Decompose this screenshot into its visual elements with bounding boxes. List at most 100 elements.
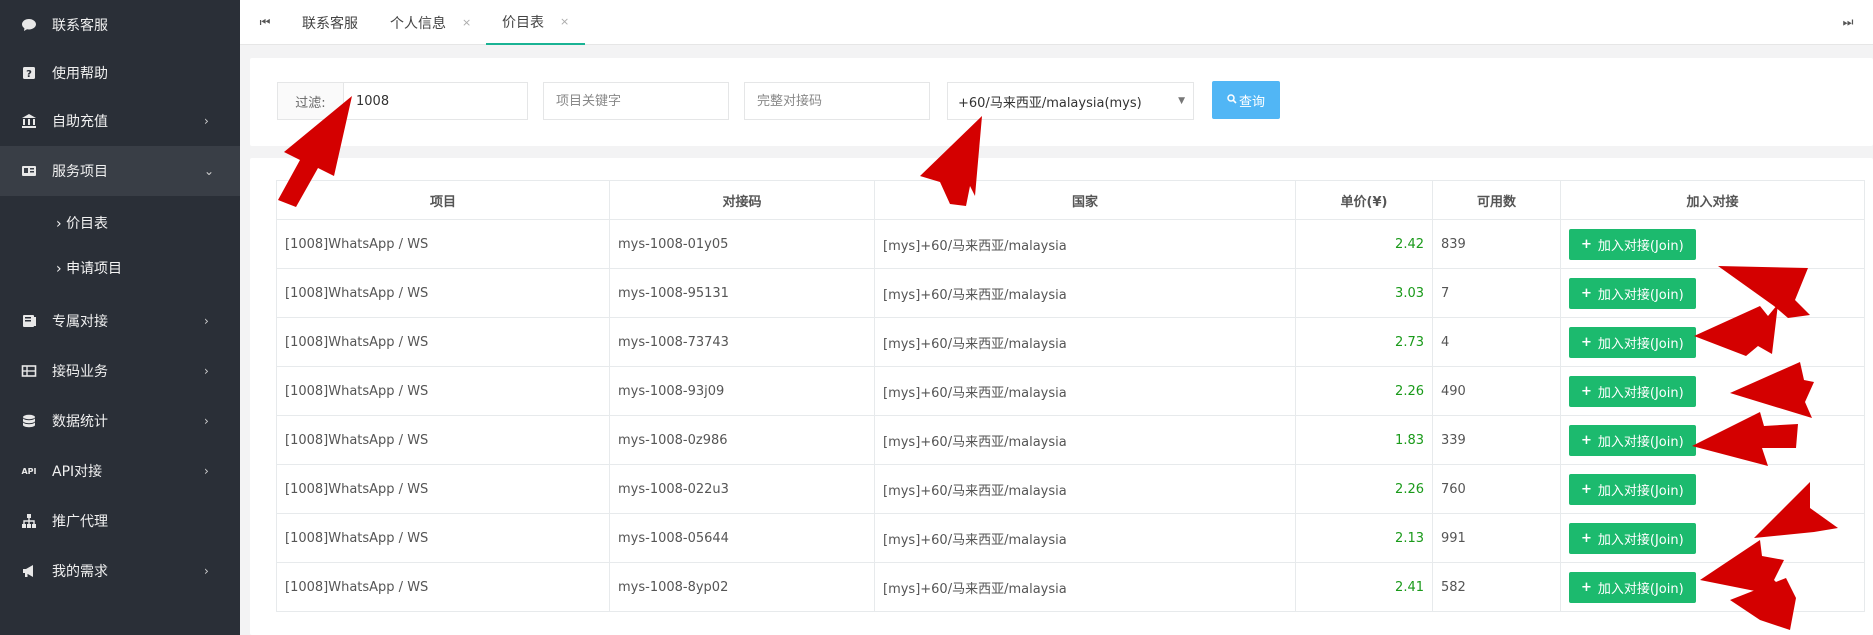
tab-contact-support[interactable]: 联系客服: [302, 0, 358, 45]
main-content: ⏮ 联系客服 个人信息 × 价目表 × ⏭ 过滤: +60/马来西亚/malay…: [240, 0, 1873, 635]
chevron-right-icon: ›: [204, 564, 209, 578]
tab-scroll-left-icon[interactable]: ⏮: [250, 0, 280, 45]
tab-price-list[interactable]: 价目表 ×: [486, 0, 586, 45]
join-button-label: 加入对接(Join): [1597, 336, 1684, 352]
join-button-label: 加入对接(Join): [1597, 385, 1684, 401]
sidebar-item-contact-support[interactable]: 联系客服: [0, 0, 240, 50]
sidebar-item-label: 数据统计: [52, 414, 108, 430]
tab-personal-info[interactable]: 个人信息 ×: [390, 0, 471, 45]
sidebar-item-label: 自助充值: [52, 114, 108, 130]
country-select[interactable]: +60/马来西亚/malaysia(mys) ▼: [947, 82, 1194, 120]
tab-close-icon[interactable]: ×: [462, 16, 471, 29]
cell-country: [mys]+60/马来西亚/malaysia: [874, 317, 1296, 367]
database-icon: [20, 412, 38, 430]
join-button[interactable]: + 加入对接(Join): [1569, 473, 1696, 505]
sidebar-item-api[interactable]: API API对接 ›: [0, 446, 240, 496]
cell-join: + 加入对接(Join): [1560, 464, 1865, 514]
cell-price: 2.13: [1295, 513, 1433, 563]
table-panel: 项目 对接码 国家 单价(¥) 可用数 加入对接 [1008]WhatsApp …: [250, 158, 1873, 635]
filter-label: 过滤:: [278, 83, 344, 119]
sidebar-item-my-requests[interactable]: 我的需求 ›: [0, 546, 240, 596]
cell-code: mys-1008-01y05: [609, 219, 875, 269]
cell-available: 339: [1432, 415, 1561, 465]
sidebar-item-exclusive-docking[interactable]: 专属对接 ›: [0, 296, 240, 346]
sidebar-item-label: 联系客服: [52, 18, 108, 34]
sidebar-subitem-price-list[interactable]: › 价目表: [0, 201, 240, 245]
cell-code: mys-1008-05644: [609, 513, 875, 563]
sidebar-item-recharge[interactable]: 自助充值 ›: [0, 96, 240, 146]
cell-country: [mys]+60/马来西亚/malaysia: [874, 415, 1296, 465]
sidebar-item-label: 服务项目: [52, 164, 108, 180]
sidebar-item-label: 我的需求: [52, 564, 108, 580]
join-button[interactable]: + 加入对接(Join): [1569, 522, 1696, 554]
search-icon: [1227, 93, 1237, 108]
join-button[interactable]: + 加入对接(Join): [1569, 326, 1696, 358]
join-button[interactable]: + 加入对接(Join): [1569, 375, 1696, 407]
sidebar-item-label: 使用帮助: [52, 66, 108, 82]
svg-text:API: API: [21, 467, 36, 476]
tab-scroll-right-icon[interactable]: ⏭: [1833, 0, 1863, 45]
cell-available: 760: [1432, 464, 1561, 514]
column-header-price[interactable]: 单价(¥): [1295, 180, 1433, 220]
plus-icon: +: [1581, 334, 1592, 350]
join-button[interactable]: + 加入对接(Join): [1569, 424, 1696, 456]
sidebar-item-services[interactable]: 服务项目 ⌄: [0, 146, 240, 196]
book-icon: [20, 312, 38, 330]
cell-available: 4: [1432, 317, 1561, 367]
column-header-project[interactable]: 项目: [276, 180, 610, 220]
cell-country: [mys]+60/马来西亚/malaysia: [874, 366, 1296, 416]
search-button[interactable]: 查询: [1212, 81, 1280, 119]
table-row: [1008]WhatsApp / WS mys-1008-95131 [mys]+6…: [276, 268, 1865, 318]
tab-close-icon[interactable]: ×: [560, 15, 569, 28]
column-header-code[interactable]: 对接码: [609, 180, 875, 220]
column-header-available[interactable]: 可用数: [1432, 180, 1561, 220]
cell-code: mys-1008-73743: [609, 317, 875, 367]
cell-join: + 加入对接(Join): [1560, 268, 1865, 318]
chevron-right-icon: ›: [204, 114, 209, 128]
cell-country: [mys]+60/马来西亚/malaysia: [874, 219, 1296, 269]
cell-project: [1008]WhatsApp / WS: [276, 562, 610, 612]
chevron-right-icon: ›: [204, 414, 209, 428]
column-header-country[interactable]: 国家: [874, 180, 1296, 220]
sidebar-item-label: 接码业务: [52, 364, 108, 380]
filter-input[interactable]: [344, 83, 527, 119]
keyword-input[interactable]: [543, 82, 729, 120]
cell-join: + 加入对接(Join): [1560, 219, 1865, 269]
idcard-icon: [20, 162, 38, 180]
sidebar-item-statistics[interactable]: 数据统计 ›: [0, 396, 240, 446]
cell-project: [1008]WhatsApp / WS: [276, 317, 610, 367]
sidebar-subitem-apply-project[interactable]: › 申请项目: [0, 246, 240, 290]
docking-code-input[interactable]: [744, 82, 930, 120]
cell-code: mys-1008-022u3: [609, 464, 875, 514]
join-button[interactable]: + 加入对接(Join): [1569, 277, 1696, 309]
sidebar-item-label: API对接: [52, 464, 103, 480]
table-icon: [20, 362, 38, 380]
table-row: [1008]WhatsApp / WS mys-1008-0z986 [mys]+6…: [276, 415, 1865, 465]
cell-price: 2.26: [1295, 366, 1433, 416]
join-button-label: 加入对接(Join): [1597, 483, 1684, 499]
table-row: [1008]WhatsApp / WS mys-1008-8yp02 [mys]+6…: [276, 562, 1865, 612]
plus-icon: +: [1581, 383, 1592, 399]
sidebar-item-sms-service[interactable]: 接码业务 ›: [0, 346, 240, 396]
sidebar-item-promotion-agent[interactable]: 推广代理: [0, 496, 240, 546]
cell-country: [mys]+60/马来西亚/malaysia: [874, 268, 1296, 318]
search-button-label: 查询: [1238, 94, 1265, 110]
cell-project: [1008]WhatsApp / WS: [276, 268, 610, 318]
sidebar-item-help[interactable]: ? 使用帮助: [0, 48, 240, 98]
chevron-right-icon: ›: [204, 464, 209, 478]
sidebar-subitem-label: 申请项目: [66, 261, 123, 277]
country-select-value: +60/马来西亚/malaysia(mys): [958, 95, 1142, 111]
plus-icon: +: [1581, 285, 1592, 301]
join-button[interactable]: + 加入对接(Join): [1569, 228, 1696, 260]
sidebar-subitem-label: 价目表: [66, 216, 109, 232]
api-icon: API: [20, 462, 38, 480]
chevron-down-icon: ⌄: [204, 164, 215, 178]
join-button[interactable]: + 加入对接(Join): [1569, 571, 1696, 603]
chevron-right-icon: ›: [204, 314, 209, 328]
cell-available: 582: [1432, 562, 1561, 612]
tab-bar: ⏮ 联系客服 个人信息 × 价目表 × ⏭: [240, 0, 1873, 45]
caret-down-icon: ▼: [1178, 96, 1185, 106]
table-row: [1008]WhatsApp / WS mys-1008-01y05 [mys]+6…: [276, 219, 1865, 269]
table-row: [1008]WhatsApp / WS mys-1008-93j09 [mys]+6…: [276, 366, 1865, 416]
megaphone-icon: [20, 562, 38, 580]
